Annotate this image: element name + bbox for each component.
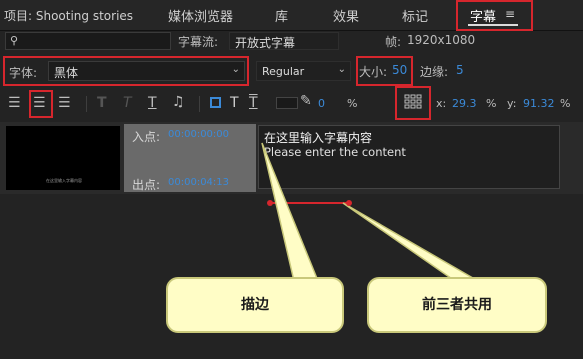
stroke-callout-pointer [261,142,320,282]
callout-shared-text: 前三者共用 [422,297,492,313]
annotation-endpoint [346,200,352,206]
callout-stroke-text: 描边 [241,297,269,313]
callout-stroke: 描边 [166,277,344,333]
callout-shared: 前三者共用 [367,277,547,333]
annotation-endpoint [267,200,273,206]
shared-callout-pointer [342,202,481,282]
